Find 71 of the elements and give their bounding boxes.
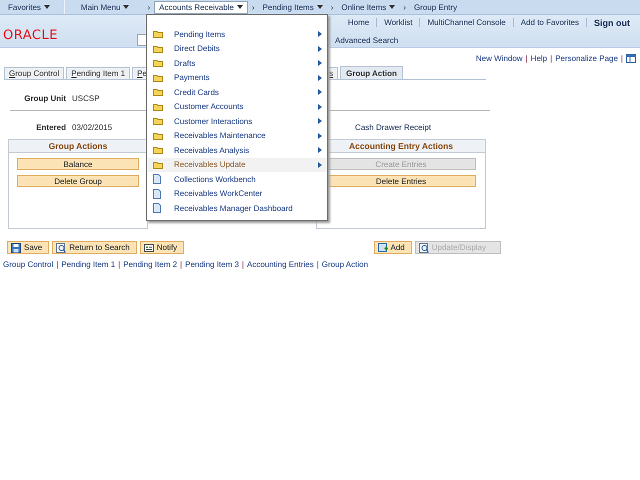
link-separator: | [118,260,120,269]
toolbar-button[interactable]: Return to Search [52,241,137,254]
logo: ORACLE [3,28,59,43]
page-link[interactable]: Pending Item 2 [123,260,178,269]
menu-item[interactable]: Customer Interactions [147,114,327,128]
action-button[interactable]: Delete Group [17,175,139,187]
page-link[interactable]: Pending Item 1 [61,260,116,269]
menu-item[interactable]: Direct Debits [147,42,327,56]
menu-item[interactable]: Pending Items [147,27,327,42]
nav-menu-item[interactable]: Favorites [0,1,58,13]
link-separator: | [526,54,528,62]
menu-item[interactable]: Receivables Manager Dashboard [147,201,327,216]
link-separator: | [316,260,319,269]
nav-menu-item[interactable]: Accounts Receivable [154,0,248,14]
breadcrumb-separator: › [330,2,334,12]
action-button[interactable]: Delete Entries [326,175,476,187]
menu-item[interactable]: Receivables Update [147,158,327,172]
page-link[interactable]: Pending Item 3 [185,260,239,269]
tab[interactable]: Group Action [340,66,403,79]
breadcrumb-separator: › [146,2,152,12]
advanced-search-link[interactable]: Advanced Search [335,36,398,44]
document-icon [153,174,161,184]
toolbar-button[interactable]: Notify [140,241,184,254]
add-page-icon [378,242,388,252]
document-icon [153,203,161,214]
menu-item[interactable]: Drafts [147,56,327,70]
document-icon [153,188,161,199]
header-link[interactable]: Add to Favorites [514,18,586,27]
save-icon [11,242,21,252]
group-box-title: Group Actions [9,140,147,153]
toolbar-button[interactable]: Add [374,241,412,254]
menu-item[interactable]: Customer Accounts [147,100,327,114]
layout-icon [626,54,636,62]
field-label: Group Unit [23,94,66,102]
tab[interactable]: Group Control [4,67,64,79]
message-icon [144,242,154,252]
menu-item[interactable]: Receivables WorkCenter [147,186,327,201]
link-separator: | [56,260,58,269]
magnifier-icon [418,242,429,252]
menu-item[interactable]: Receivables Maintenance [147,128,327,143]
nav-menu-item[interactable]: Pending Items [258,1,327,13]
breadcrumb-separator: › [250,2,256,12]
field-label: Entered [35,122,66,132]
link-separator: | [180,260,182,269]
page-link[interactable]: Group Control [3,260,54,269]
link-separator: | [620,54,623,62]
page-link[interactable]: Accounting Entries [247,260,314,269]
action-button[interactable]: Balance [17,158,139,170]
magnifier-icon [56,242,66,252]
page-link[interactable]: New Window [476,54,523,62]
menu-item[interactable]: Collections Workbench [147,172,327,186]
header-link[interactable]: Home [340,18,376,27]
nav-menu-item[interactable]: Group Entry [410,1,462,13]
header-link[interactable]: MultiChannel Console [420,18,513,27]
page-link[interactable]: Help [530,54,548,62]
field-value: USCSP [72,94,100,102]
nav-menu-item[interactable]: Main Menu [64,1,144,13]
link-separator: | [550,54,552,62]
page-link[interactable]: Personalize Page [555,54,618,62]
toolbar-button[interactable]: Save [7,241,50,254]
header-link[interactable]: Sign out [587,18,637,28]
tab[interactable]: Pending Item 1 [66,67,130,79]
nav-menu-item[interactable]: Online Items [337,1,400,13]
header-link[interactable]: Worklist [377,18,420,27]
link-separator: | [242,260,244,269]
menu-item[interactable]: Credit Cards [147,85,327,100]
page-link[interactable]: Group Action [322,260,368,269]
field-value: 03/02/2015 [72,122,112,132]
menu-item[interactable]: Payments [147,70,327,85]
field-value: Cash Drawer Receipt [355,122,432,132]
breadcrumb-separator: › [402,2,407,12]
